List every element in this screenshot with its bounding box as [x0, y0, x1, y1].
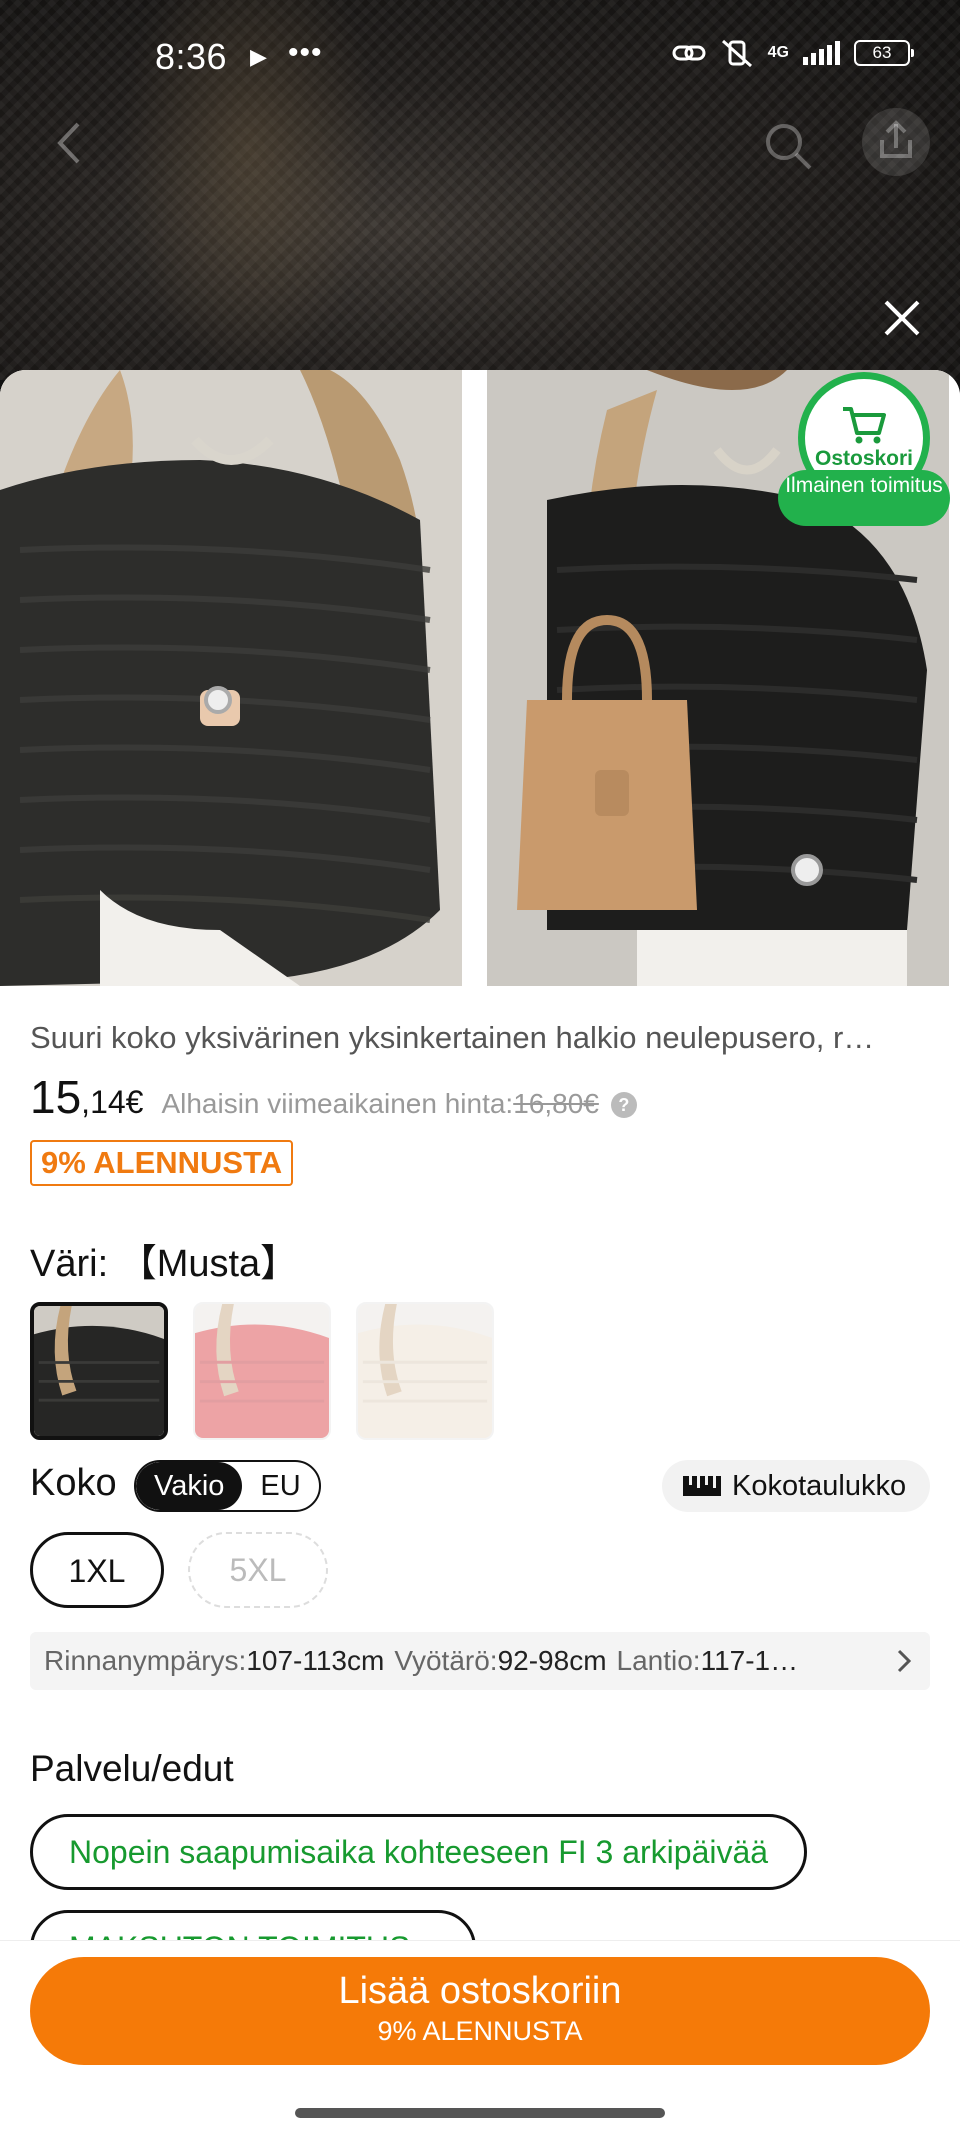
color-swatches	[30, 1302, 494, 1440]
more-notifications-icon: •••	[288, 36, 323, 69]
bottom-action-bar: Lisää ostoskoriin 9% ALENNUSTA	[0, 1940, 960, 2133]
size-system-toggle[interactable]: Vakio EU	[134, 1460, 321, 1512]
size-measurements-bar[interactable]: Rinnanympärys: 107-113cm Vyötärö: 92-98c…	[30, 1632, 930, 1690]
size-chart-label: Kokotaulukko	[732, 1469, 907, 1502]
old-price: 16,80€	[513, 1088, 599, 1119]
chest-label: Rinnanympärys:	[44, 1645, 247, 1676]
hip-label: Lantio:	[616, 1645, 701, 1676]
product-title: Suuri koko yksivärinen yksinkertainen ha…	[30, 1020, 875, 1055]
waist-value: 92-98cm	[497, 1645, 607, 1676]
color-label: Väri: 【Musta】	[30, 1243, 299, 1285]
media-play-icon: ▶	[250, 44, 267, 69]
add-to-cart-discount: 9% ALENNUSTA	[377, 2016, 583, 2046]
price-row: 15 ,14 € Alhaisin viimeaikainen hinta: 1…	[30, 1070, 637, 1124]
product-photo-front[interactable]	[0, 370, 462, 986]
color-swatch-black[interactable]	[30, 1302, 168, 1440]
link-icon	[672, 45, 706, 61]
ruler-icon	[683, 1476, 721, 1496]
size-chart-button[interactable]: Kokotaulukko	[662, 1460, 930, 1512]
size-system-standard[interactable]: Vakio	[136, 1462, 243, 1510]
help-icon[interactable]: ?	[610, 1092, 637, 1118]
home-indicator[interactable]	[295, 2108, 665, 2118]
battery-icon: 63	[854, 40, 914, 66]
back-chevron-icon[interactable]	[50, 118, 90, 168]
cart-badge-label: Ostoskori	[814, 447, 914, 470]
chevron-right-icon	[897, 1649, 912, 1673]
status-icons: 4G 63	[672, 38, 914, 68]
size-label: Koko	[30, 1462, 117, 1504]
search-icon[interactable]	[760, 118, 816, 174]
services-title: Palvelu/edut	[30, 1748, 234, 1789]
price-decimal: ,14	[81, 1084, 126, 1120]
size-option-1xl[interactable]: 1XL	[30, 1532, 164, 1608]
discount-badge: 9% ALENNUSTA	[30, 1140, 294, 1186]
price-integer: 15	[30, 1071, 82, 1123]
share-icon	[880, 120, 912, 158]
add-to-cart-button[interactable]: Lisää ostoskoriin 9% ALENNUSTA	[30, 1957, 930, 2065]
color-swatch-red[interactable]	[193, 1302, 331, 1440]
size-option-5xl[interactable]: 5XL	[188, 1532, 328, 1608]
product-options-sheet: Ostoskori Ilmainen toimitus Suuri koko y…	[0, 370, 960, 2133]
product-gallery[interactable]: Ostoskori Ilmainen toimitus	[0, 370, 960, 986]
shopping-cart-icon	[843, 407, 886, 444]
sweater-front-illustration	[0, 370, 462, 986]
price-currency: €	[125, 1084, 144, 1120]
close-icon[interactable]	[880, 296, 924, 340]
share-button[interactable]	[862, 108, 930, 176]
add-to-cart-label: Lisää ostoskoriin	[338, 1970, 622, 2012]
signal-strength-icon	[803, 41, 840, 65]
hip-value: 117-1…	[700, 1645, 799, 1676]
color-swatch-beige[interactable]	[356, 1302, 494, 1440]
size-system-eu[interactable]: EU	[242, 1462, 318, 1510]
status-time: 8:36	[155, 36, 228, 77]
waist-label: Vyötärö:	[394, 1645, 498, 1676]
status-bar: 8:36 ▶ ••• 4G 63	[0, 0, 960, 120]
vibrate-off-icon	[721, 39, 752, 68]
chest-value: 107-113cm	[246, 1645, 385, 1676]
service-delivery-time[interactable]: Nopein saapumisaika kohteeseen FI 3 arki…	[30, 1814, 808, 1890]
lowest-price-label: Alhaisin viimeaikainen hinta:	[161, 1088, 514, 1119]
free-shipping-badge: Ostoskori Ilmainen toimitus	[778, 370, 950, 540]
network-type: 4G	[767, 44, 789, 61]
free-shipping-label: Ilmainen toimitus	[778, 470, 950, 526]
